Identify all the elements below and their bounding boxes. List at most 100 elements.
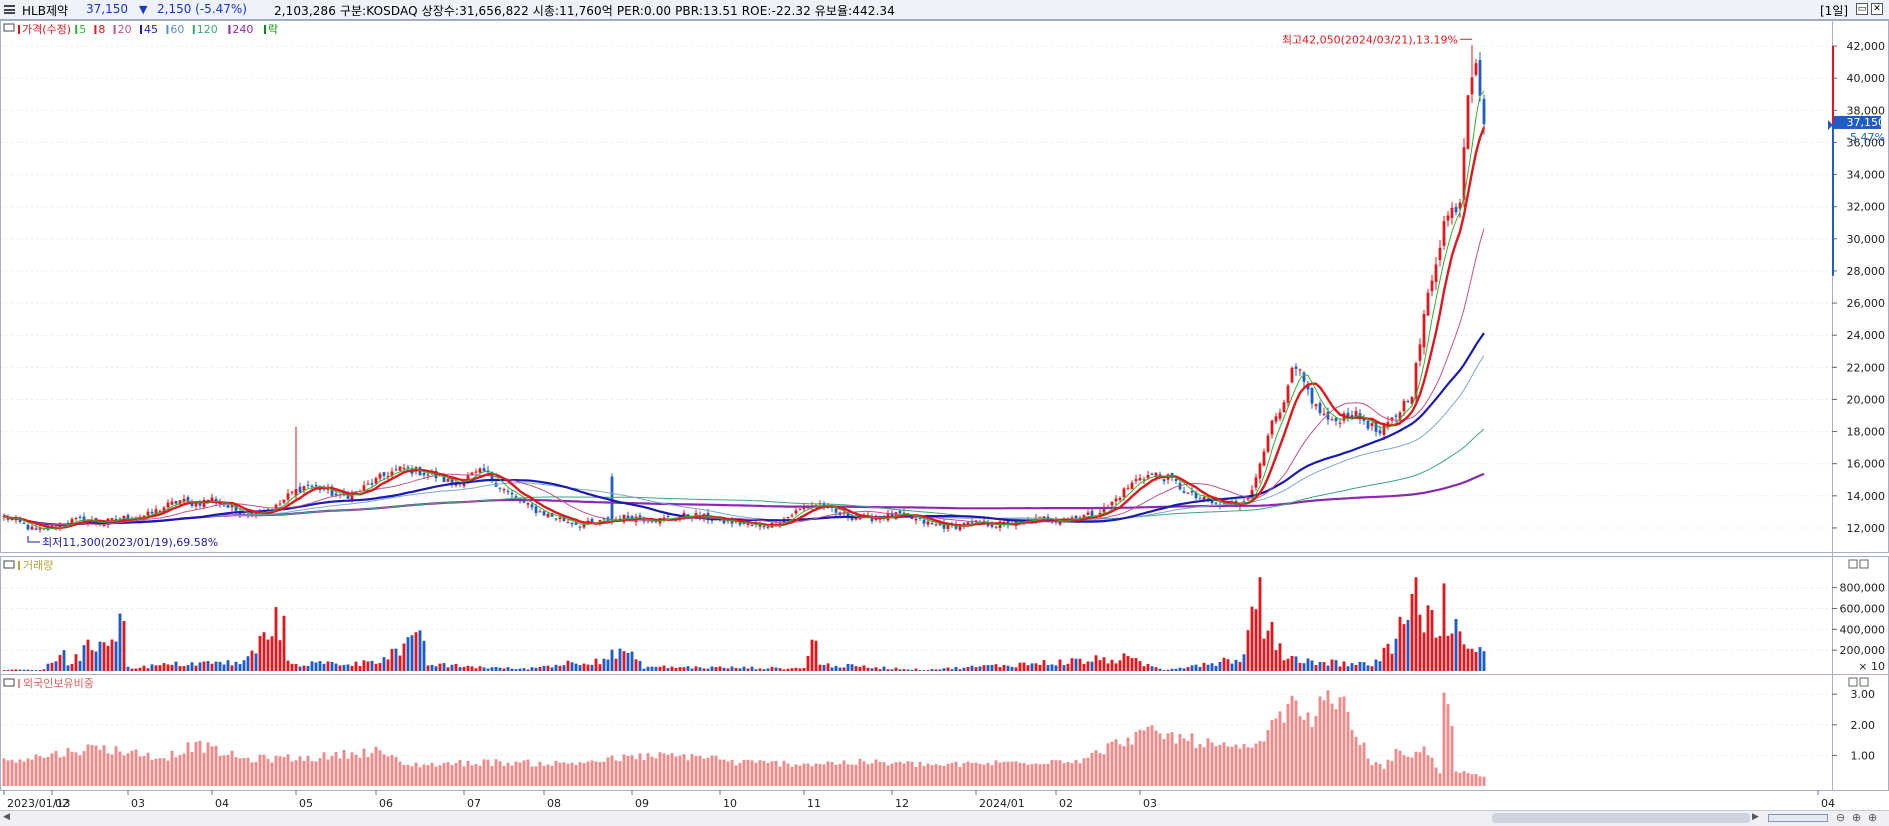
volume-bar <box>310 661 314 671</box>
foreign-ratio-bar <box>570 762 574 786</box>
foreign-ratio-bar <box>1434 767 1438 786</box>
volume-bar <box>1130 658 1134 671</box>
price-tick-label: 32,000 <box>1847 201 1886 214</box>
foreign-ratio-bar <box>1290 695 1294 786</box>
foreign-ratio-bar <box>946 763 950 786</box>
foreign-ratio-bar <box>1134 732 1138 786</box>
volume-bar <box>458 667 462 671</box>
candle-body <box>222 505 226 507</box>
volume-bar <box>1450 633 1454 671</box>
volume-bar <box>1302 663 1306 671</box>
zoom-reset-icon[interactable]: ⊕ <box>1852 811 1861 824</box>
volume-bar <box>518 668 522 671</box>
volume-bar <box>1434 637 1438 671</box>
candle-body <box>1122 488 1126 498</box>
volume-bar <box>1294 656 1298 671</box>
foreign-ratio-bar <box>1258 740 1262 786</box>
volume-bar <box>1026 665 1030 671</box>
zoom-slider[interactable] <box>1768 814 1828 822</box>
foreign-ratio-bar <box>1106 743 1110 786</box>
foreign-ratio-bar <box>750 760 754 786</box>
stock-header-bar: HLB제약 37,150 ▼ 2,150 (-5.47%) 2,103,286 … <box>0 0 1889 20</box>
volume-bar <box>1118 660 1122 671</box>
legend-item: 락 <box>268 23 278 36</box>
scroll-right-icon[interactable]: ▶ <box>1752 812 1759 822</box>
foreign-ratio-bar <box>986 762 990 786</box>
foreign-ratio-bar <box>574 764 578 786</box>
foreign-ratio-bar <box>1006 761 1010 786</box>
x-tick-label: 08 <box>547 797 561 810</box>
zoom-out-icon[interactable]: ⊖ <box>1836 811 1845 824</box>
foreign-ratio-bar <box>938 765 942 786</box>
foreign-ratio-bar <box>722 759 726 786</box>
volume-bar <box>382 657 386 671</box>
volume-bar <box>1478 647 1482 671</box>
volume-bar <box>1394 638 1398 671</box>
candle-body <box>418 467 422 476</box>
candle-body <box>1330 419 1334 421</box>
candle-body <box>306 484 310 486</box>
volume-bar <box>1110 659 1114 671</box>
volume-bar <box>10 669 14 671</box>
volume-bar <box>1246 630 1250 671</box>
volume-bar <box>1482 651 1486 671</box>
foreign-ratio-bar <box>1222 742 1226 786</box>
volume-bar <box>686 666 690 671</box>
stock-chart[interactable]: 42,00040,00038,00036,00034,00032,00030,0… <box>0 20 1889 810</box>
foreign-ratio-bar <box>58 757 62 786</box>
foreign-ratio-bar <box>998 762 1002 786</box>
foreign-ratio-bar <box>818 763 822 786</box>
volume-bar <box>294 663 298 671</box>
foreign-ratio-bar <box>218 755 222 786</box>
zoom-in-icon[interactable]: ⊕ <box>1868 811 1877 824</box>
scroll-thumb[interactable] <box>1492 813 1750 823</box>
foreign-ratio-bar <box>838 763 842 786</box>
foreign-tick-label: 1.00 <box>1851 749 1876 762</box>
candle-body <box>286 493 290 500</box>
scroll-left-icon[interactable]: ◀ <box>3 812 10 822</box>
candle-body <box>150 511 154 514</box>
candle-body <box>1162 479 1166 482</box>
volume-bar <box>862 665 866 671</box>
foreign-ratio-bar <box>790 766 794 786</box>
candle-body <box>378 473 382 479</box>
foreign-ratio-bar <box>510 765 514 786</box>
foreign-ratio-bar <box>1322 700 1326 786</box>
candle-body <box>1138 478 1142 481</box>
volume-bar <box>374 663 378 671</box>
current-price-label: 37,150 <box>1847 116 1886 129</box>
foreign-ratio-bar <box>318 758 322 786</box>
candle-body <box>1434 264 1438 282</box>
candle-body <box>914 518 918 521</box>
foreign-ratio-bar <box>26 758 30 786</box>
volume-bar <box>1138 661 1142 671</box>
foreign-ratio-bar <box>654 758 658 786</box>
foreign-ratio-bar <box>858 758 862 786</box>
foreign-ratio-bar <box>1010 761 1014 786</box>
foreign-ratio-bar <box>546 764 550 786</box>
volume-bar <box>2 670 6 671</box>
foreign-ratio-bar <box>1358 744 1362 786</box>
foreign-ratio-bar <box>194 741 198 786</box>
volume-bar <box>1034 663 1038 671</box>
volume-bar <box>674 667 678 671</box>
volume-bar <box>1094 655 1098 671</box>
horizontal-scrollbar[interactable]: ◀ ▶ ⊖ ⊕ ⊕ <box>0 810 1889 826</box>
volume-bar <box>1354 664 1358 671</box>
candle-body <box>310 485 314 487</box>
volume-bar <box>482 667 486 671</box>
candle-body <box>394 469 398 471</box>
foreign-ratio-bar <box>78 755 82 786</box>
volume-bar <box>522 668 526 671</box>
foreign-ratio-bar <box>666 754 670 786</box>
close-icon[interactable]: ✕ <box>1871 3 1883 15</box>
volume-bar <box>514 669 518 671</box>
menu-icon[interactable] <box>4 5 15 14</box>
foreign-ratio-bar <box>1254 743 1258 786</box>
candle-body <box>1254 477 1258 488</box>
volume-bar <box>470 666 474 671</box>
period-selector[interactable]: [1일] <box>1820 2 1848 19</box>
volume-bar <box>1070 658 1074 671</box>
foreign-ratio-bar <box>1370 765 1374 786</box>
restore-icon[interactable]: ▭ <box>1856 3 1868 15</box>
